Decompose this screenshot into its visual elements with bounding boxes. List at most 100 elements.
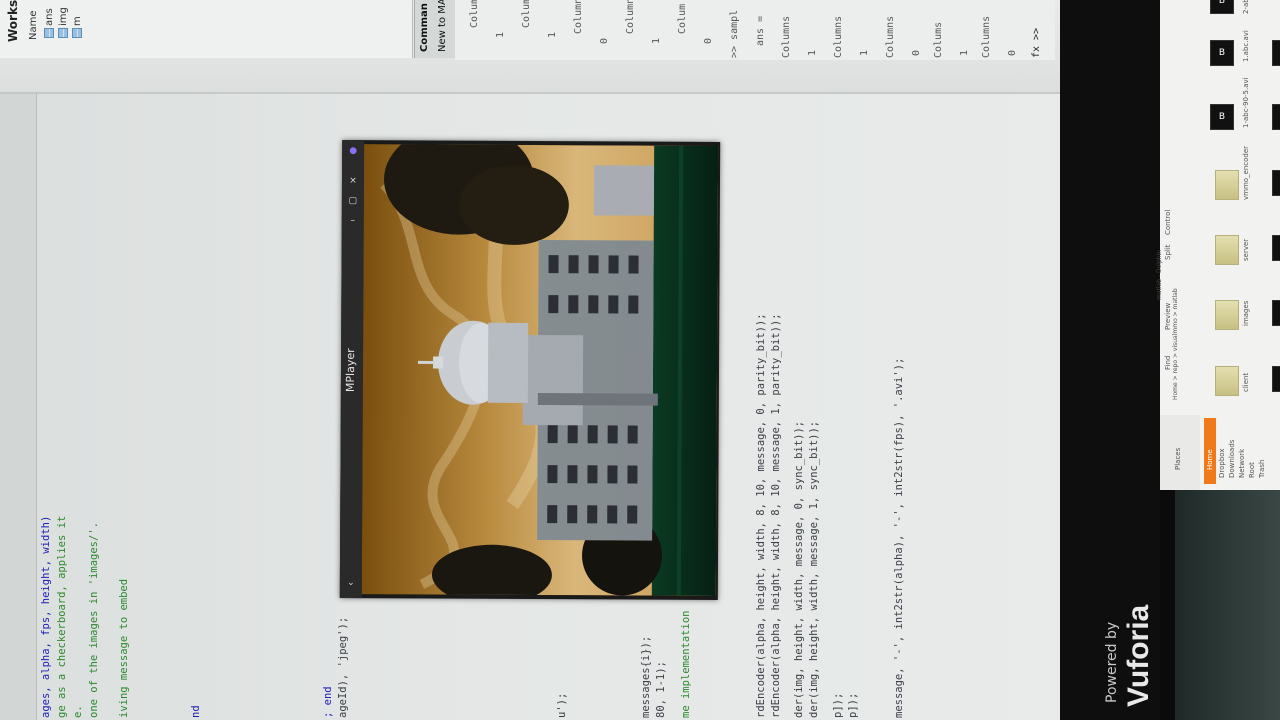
video-file-icon[interactable]: B: [1272, 300, 1280, 326]
workspace-title: Works: [6, 0, 24, 42]
minimize-icon[interactable]: –: [348, 216, 358, 226]
command-output-line: Colum: [469, 0, 480, 28]
command-output-line: 1: [547, 31, 558, 38]
file-label: 1.abc.avi: [1242, 30, 1250, 62]
code-line: one of the images in 'images/'.: [88, 522, 100, 718]
command-output-line: Columns: [885, 15, 896, 58]
video-file-icon[interactable]: B: [1272, 170, 1280, 196]
app-menu-icon[interactable]: ●: [348, 146, 358, 156]
mplayer-title: MPlayer: [343, 348, 358, 393]
folder-label: images: [1242, 300, 1250, 326]
code-line: e.: [72, 705, 84, 718]
variable-grid-icon: [44, 28, 54, 38]
dolphin-file-manager[interactable]: Home > repo > visualmmo > matlab Find Pr…: [1156, 0, 1280, 490]
command-output-line: 0: [599, 37, 610, 44]
command-window-tab-label: Comman: [419, 3, 430, 52]
video-file-icon[interactable]: B: [1272, 366, 1280, 392]
video-file-icon[interactable]: B: [1210, 0, 1234, 14]
code-line: rdEncoder(alpha, height, width, 8, 10, m…: [755, 313, 767, 718]
workspace-title-text: Works: [6, 0, 20, 42]
command-output-line: Columns: [781, 15, 792, 58]
dolphin-title: matlab - Dolphin: [1156, 249, 1163, 300]
video-file-icon[interactable]: B: [1272, 104, 1280, 130]
command-input-line: >> sampl: [729, 9, 740, 58]
command-output-line: Colums: [933, 21, 944, 58]
editor-gutter: [0, 94, 37, 720]
folder-label: client: [1242, 372, 1250, 392]
code-line: messages{i});: [640, 635, 652, 718]
folder-icon[interactable]: [1215, 170, 1239, 200]
code-line: u');: [556, 692, 568, 718]
toolbar-split[interactable]: Split: [1164, 244, 1172, 260]
code-line: rdEncoder(alpha, height, width, 8, 10, m…: [770, 313, 782, 718]
video-frame: [361, 144, 719, 596]
code-line: ; end: [322, 686, 334, 718]
video-file-icon[interactable]: B: [1210, 104, 1234, 130]
background-window: [1175, 490, 1280, 720]
new-to-matlab-link[interactable]: New to MA: [437, 0, 448, 52]
variable-grid-icon: [72, 28, 82, 38]
dolphin-breadcrumb[interactable]: Home > repo > visualmmo > matlab: [1172, 288, 1179, 400]
code-line: message, '-', int2str(alpha), '-', int2s…: [893, 357, 905, 718]
code-line: ge as a checkerboard, applies it: [56, 515, 68, 718]
sidebar-item-downloads[interactable]: Downloads: [1228, 440, 1236, 478]
command-window[interactable]: Colum 1 Colum 1 Column 0 Column 1 Colum …: [455, 0, 1055, 60]
maximize-icon[interactable]: ▢: [348, 196, 358, 206]
close-icon[interactable]: ×: [348, 176, 358, 186]
monitor-screen: Works Name ans img m Comman New to MA Co…: [0, 0, 1060, 720]
file-label: 1-abc-90-5.avi: [1242, 77, 1250, 128]
toolbar-find[interactable]: Find: [1164, 356, 1172, 370]
command-output-line: 1: [959, 49, 970, 56]
variable-grid-icon: [58, 28, 68, 38]
code-line: nd: [190, 705, 202, 718]
places-header: Places: [1174, 447, 1182, 470]
video-file-icon[interactable]: B: [1210, 40, 1234, 66]
command-output-line: 0: [703, 37, 714, 44]
sidebar-item-dropbox[interactable]: Dropbox: [1218, 449, 1226, 479]
code-line: iving message to embed: [118, 578, 130, 718]
video-file-icon[interactable]: B: [1272, 235, 1280, 261]
workspace-var[interactable]: m: [72, 16, 83, 26]
command-output-line: Colum: [677, 3, 688, 34]
code-line: me implementation: [680, 610, 692, 718]
code-line: der(img, height, width, message, 1, sync…: [808, 420, 820, 718]
code-line: der(img, height, width, message, 0, sync…: [793, 420, 805, 718]
code-line: 80, 1-1);: [655, 661, 667, 718]
folder-icon[interactable]: [1215, 235, 1239, 265]
command-output-line: Colum: [521, 0, 532, 28]
vuforia-watermark: Powered by Vuforia: [1100, 595, 1160, 710]
chevron-down-icon[interactable]: ⌄: [346, 578, 356, 588]
workspace-var[interactable]: ans: [44, 8, 55, 26]
folder-icon[interactable]: [1215, 300, 1239, 330]
workspace-panel: Works Name ans img m: [0, 0, 413, 58]
command-output-line: 1: [859, 49, 870, 56]
command-output-line: Columns: [981, 15, 992, 58]
mplayer-titlebar[interactable]: ● × ▢ – MPlayer ⌄: [339, 140, 365, 599]
mplayer-window[interactable]: ● × ▢ – MPlayer ⌄: [339, 140, 721, 600]
command-output-line: 0: [1007, 49, 1018, 56]
command-output-line: Column: [573, 0, 584, 34]
workspace-name-header[interactable]: Name: [28, 10, 39, 40]
sidebar-item-trash[interactable]: Trash: [1258, 460, 1266, 479]
code-line: ages, alpha, fps, height, width): [40, 515, 52, 718]
powered-by-text: Powered by: [1104, 621, 1120, 703]
code-line: ageId), 'jpeg');: [337, 616, 349, 718]
folder-icon[interactable]: [1215, 366, 1239, 396]
sidebar-item-label: Home: [1206, 449, 1214, 470]
command-output-line: 1: [495, 31, 506, 38]
toolbar-control[interactable]: Control: [1164, 210, 1172, 235]
command-output-line: ans =: [755, 15, 766, 46]
code-line: p]);: [832, 692, 844, 718]
command-output-line: 1: [651, 37, 662, 44]
sidebar-item-network[interactable]: Network: [1238, 449, 1246, 478]
command-output-line: 1: [807, 49, 818, 56]
command-prompt[interactable]: fx >>: [1031, 28, 1042, 58]
folder-label: vmmo_encoder: [1242, 145, 1250, 200]
toolbar-preview[interactable]: Preview: [1164, 303, 1172, 330]
workspace-var[interactable]: img: [58, 7, 69, 26]
command-window-tab[interactable]: Comman New to MA: [414, 0, 455, 58]
sidebar-item-root[interactable]: Root: [1248, 462, 1256, 478]
command-output-line: Column: [625, 0, 636, 34]
video-file-icon[interactable]: B: [1272, 40, 1280, 66]
workspace-var-list: Name ans img m: [28, 0, 88, 44]
